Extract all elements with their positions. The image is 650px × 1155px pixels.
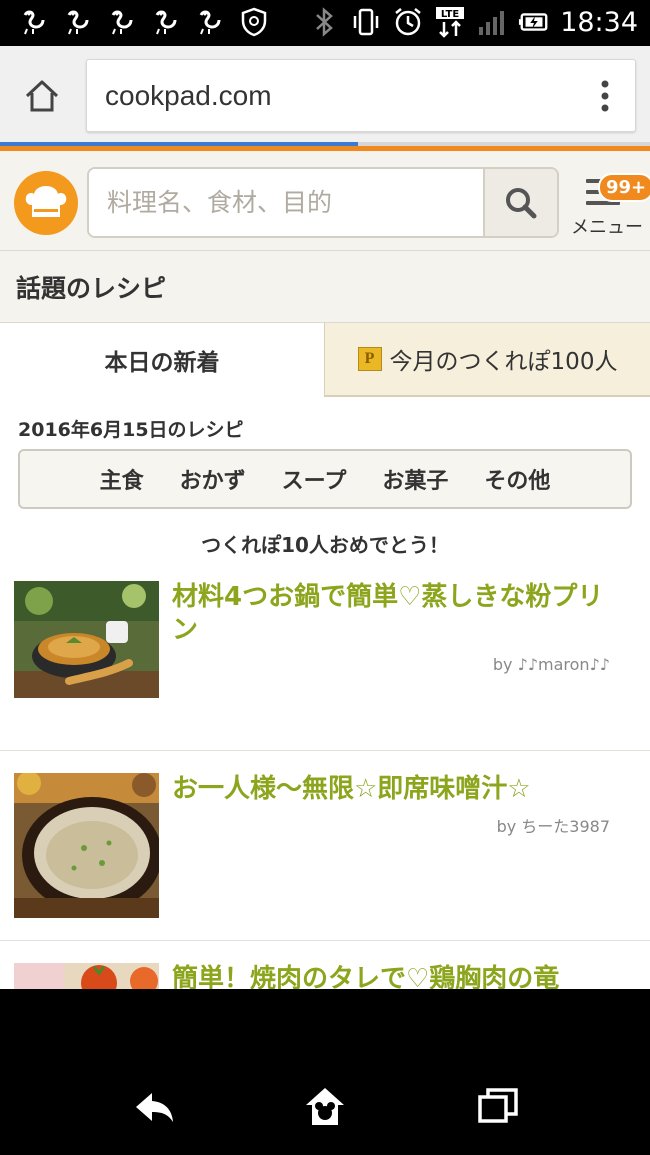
search-input[interactable] [89,169,485,236]
overflow-menu-icon[interactable] [601,80,609,112]
menu-label: メニュー [571,217,643,238]
lte-icon: LTE [434,6,466,38]
recipe-thumbnail[interactable] [14,773,159,918]
bird-icon [62,6,94,38]
clock: 18:34 [560,6,638,38]
notification-badge: 99+ [598,173,650,202]
alarm-icon [392,6,424,38]
search-button[interactable] [483,169,557,236]
recipe-author[interactable]: by ♪♪maron♪♪ [493,655,610,674]
premium-icon: P [357,347,382,371]
category-sweets[interactable]: お菓子 [382,463,448,495]
category-main-dish[interactable]: 主食 [100,463,144,495]
category-other[interactable]: その他 [484,463,550,495]
recipe-thumbnail[interactable] [14,581,159,726]
vibrate-icon [350,6,382,38]
battery-icon [518,6,550,38]
search-box [87,167,559,238]
category-filter: 主食 おかず スープ お菓子 その他 [18,449,632,509]
recipe-title[interactable]: お一人様～無限☆即席味噌汁☆ [172,773,622,806]
url-bar[interactable]: cookpad.com [86,59,636,132]
web-page: 99+ メニュー 話題のレシピ 本日の新着 P 今月のつくれぽ100人 2016… [0,146,650,989]
tab-monthly-tsukurepo[interactable]: P 今月のつくれぽ100人 [324,323,650,397]
recipe-title[interactable]: 簡単！焼肉のタレで♡鶏胸肉の竜 [172,963,622,989]
recipe-tabs: 本日の新着 P 今月のつくれぽ100人 [0,323,650,397]
recipe-item[interactable]: お一人様～無限☆即席味噌汁☆ by ちーた3987 [0,751,650,941]
recipe-author[interactable]: by ちーた3987 [497,813,610,837]
status-bar: LTE 18:34 [0,0,650,46]
site-header: 99+ メニュー [0,151,650,251]
tab-today-new[interactable]: 本日の新着 [0,323,324,397]
menu-button[interactable]: 99+ メニュー [568,173,650,243]
bird-icon [194,6,226,38]
back-icon[interactable] [132,1085,176,1129]
shield-icon [238,6,270,38]
recipe-thumbnail[interactable] [14,963,159,989]
svg-text:LTE: LTE [441,9,460,20]
bluetooth-icon [308,6,340,38]
search-icon [506,187,537,218]
system-nav-bar [0,989,650,1155]
bird-icon [18,6,50,38]
section-title: 話題のレシピ [0,251,650,323]
recipe-item[interactable]: 簡単！焼肉のタレで♡鶏胸肉の竜 [0,941,650,989]
bird-icon [106,6,138,38]
cookpad-logo[interactable] [14,171,78,235]
tab-today-new-label: 本日の新着 [104,350,220,376]
bird-icon [150,6,182,38]
congrats-heading: つくれぽ10人おめでとう！ [201,533,449,557]
recipe-title[interactable]: 材料4つお鍋で簡単♡蒸しきな粉プリン [172,581,622,647]
browser-toolbar: cookpad.com [0,46,650,142]
url-text: cookpad.com [105,80,272,111]
tab-monthly-tsukurepo-label: 今月のつくれぽ100人 [389,349,618,375]
signal-icon [476,6,508,38]
recents-icon[interactable] [476,1085,520,1129]
date-label: 2016年6月15日のレシピ [18,419,244,441]
category-soup[interactable]: スープ [282,463,347,495]
category-side-dish[interactable]: おかず [180,463,246,495]
recipe-item[interactable]: 材料4つお鍋で簡単♡蒸しきな粉プリン by ♪♪maron♪♪ [0,581,650,751]
home-icon[interactable] [303,1085,347,1129]
home-icon[interactable] [22,76,62,116]
